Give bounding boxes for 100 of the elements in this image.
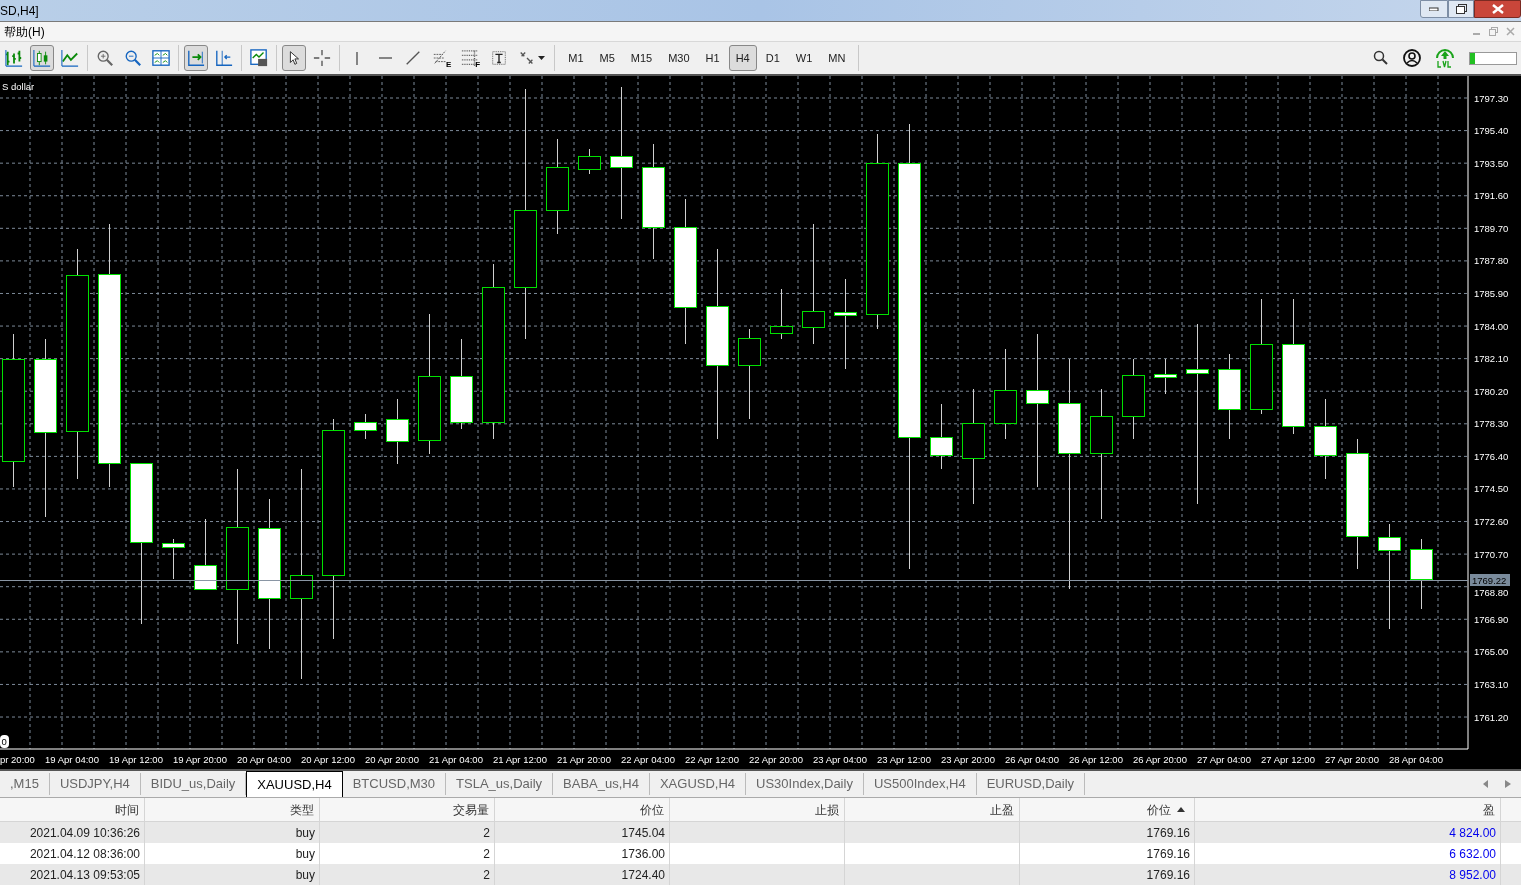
table-cell-text: 8 952.00 <box>1449 866 1496 884</box>
column-header-label: 交易量 <box>453 801 489 819</box>
close-icon <box>1491 4 1504 14</box>
timeframe-button[interactable]: H1 <box>698 45 727 71</box>
timeframe-button[interactable]: H4 <box>728 45 757 71</box>
table-cell-text: 1745.04 <box>621 824 665 842</box>
chart-tab[interactable]: XAGUSD,H4 <box>649 773 747 795</box>
menu-item[interactable]: 帮助(H) <box>0 22 49 41</box>
text-tool-icon <box>490 49 509 67</box>
chart-tab[interactable]: US30Index,Daily <box>746 773 864 795</box>
time-tick-label: 28 Apr 04:00 <box>1389 754 1443 765</box>
column-header[interactable]: 价位 <box>495 798 670 821</box>
fibonacci-button[interactable]: E <box>429 45 455 71</box>
time-tick-label: 20 Apr 20:00 <box>365 754 419 765</box>
candlestick <box>770 288 793 340</box>
price-tick-label: 1785.90 <box>1474 288 1509 299</box>
chart-tab[interactable]: TSLA_us,Daily <box>446 773 554 795</box>
column-header[interactable]: 时间 <box>0 798 145 821</box>
level-up-icon[interactable] <box>1435 48 1455 68</box>
time-tick-label: 26 Apr 12:00 <box>1069 754 1123 765</box>
column-header[interactable]: 类型 <box>145 798 320 821</box>
price-tick-label: 1791.60 <box>1474 190 1509 202</box>
table-cell-text: 2021.04.13 09:53:05 <box>29 866 140 884</box>
auto-scroll-icon <box>187 49 205 67</box>
fibonacci-grid-icon <box>461 49 480 67</box>
table-cell-text: 1769.16 <box>1146 845 1190 863</box>
price-tick-label: 1787.80 <box>1474 255 1509 267</box>
candlestick-button[interactable] <box>30 45 54 71</box>
column-header[interactable]: 盈 <box>1195 798 1501 821</box>
close-button[interactable] <box>1474 0 1521 18</box>
table-cell-text: 2 <box>483 866 490 884</box>
search-icon[interactable] <box>1373 50 1389 66</box>
time-tick-label: 21 Apr 20:00 <box>557 754 611 765</box>
column-header[interactable]: 价位 <box>1020 798 1195 821</box>
price-tick-label: 1778.30 <box>1474 418 1509 430</box>
tile-windows-icon <box>152 49 170 67</box>
auto-scroll-button[interactable] <box>184 45 208 71</box>
scroll-right-icon[interactable] <box>1505 780 1511 788</box>
time-tick-label: 19 Apr 12:00 <box>109 754 163 765</box>
column-header[interactable]: 止盈 <box>845 798 1020 821</box>
maximize-button[interactable] <box>1448 0 1474 18</box>
time-tick-label: 20 Apr 04:00 <box>237 754 291 765</box>
timeframe-button[interactable]: M5 <box>592 45 622 71</box>
chart-tab[interactable]: EURUSD,Daily <box>976 773 1086 795</box>
time-tick-label: 19 Apr 04:00 <box>45 754 99 765</box>
price-tick-label: 1761.20 <box>1474 711 1509 723</box>
timeframe-button[interactable]: D1 <box>758 45 787 71</box>
chart-tab[interactable]: XAUUSD,H4 <box>246 771 343 797</box>
minimize-icon <box>1429 7 1439 11</box>
table-cell-text: 1769.16 <box>1146 824 1190 842</box>
timeframe-button[interactable]: M1 <box>561 45 591 71</box>
symbol-label: S dollar <box>2 81 35 92</box>
table-cell-text: buy <box>295 824 315 842</box>
column-header-label: 时间 <box>115 801 139 819</box>
line-chart-icon <box>61 49 79 67</box>
column-header[interactable]: 交易量 <box>320 798 495 821</box>
time-tick-label: 22 Apr 20:00 <box>749 754 803 765</box>
column-header[interactable]: 止损 <box>670 798 845 821</box>
table-cell-text: buy <box>295 845 315 863</box>
time-tick-label: 27 Apr 04:00 <box>1197 754 1251 765</box>
time-tick-label: 22 Apr 04:00 <box>621 754 675 765</box>
table-cell-text: buy <box>295 866 315 884</box>
time-tick-label: 23 Apr 04:00 <box>813 754 867 765</box>
window-title: SD,H4] <box>0 2 39 20</box>
chart-tab[interactable]: USDJPY,H4 <box>49 773 141 795</box>
chart-tab[interactable]: BTCUSD,M30 <box>342 773 447 795</box>
cursor-button[interactable] <box>282 45 306 71</box>
zoom-out-icon <box>124 49 142 67</box>
chart-tab[interactable]: BABA_us,H4 <box>553 773 650 795</box>
user-icon[interactable] <box>1403 49 1421 67</box>
price-tick-label: 1795.40 <box>1474 125 1509 137</box>
timeframe-button[interactable]: M30 <box>661 45 697 71</box>
time-tick-label: 22 Apr 12:00 <box>685 754 739 765</box>
fibonacci-grid-button[interactable]: F <box>458 45 484 71</box>
chart-tab[interactable]: US500Index,H4 <box>863 773 977 795</box>
table-cell-text: 2 <box>483 824 490 842</box>
time-tick-label: 20 Apr 12:00 <box>301 754 355 765</box>
column-header-label: 类型 <box>290 801 314 819</box>
candlestick <box>386 398 409 465</box>
bar-chart-icon <box>5 49 23 67</box>
scroll-left-icon[interactable] <box>1483 780 1489 788</box>
crosshair-icon <box>313 49 331 67</box>
candlestick <box>578 148 601 175</box>
time-tick-label: 21 Apr 04:00 <box>429 754 483 765</box>
candlestick-icon <box>33 49 51 67</box>
trend-line-icon <box>404 49 422 67</box>
time-tick-label: 27 Apr 12:00 <box>1261 754 1315 765</box>
maximize-icon <box>1455 4 1467 14</box>
price-tick-label: 1765.00 <box>1474 646 1509 658</box>
table-cell-text: 1736.00 <box>621 845 665 863</box>
timeframe-button[interactable]: M15 <box>623 45 660 71</box>
current-price-label: 1769.22 <box>1470 574 1510 586</box>
time-tick-label: 23 Apr 12:00 <box>877 754 931 765</box>
corner-badge: 0 <box>0 735 9 748</box>
candlestick <box>1154 358 1177 395</box>
time-tick-label: 26 Apr 04:00 <box>1005 754 1059 765</box>
timeframe-button[interactable]: MN <box>821 45 853 71</box>
chart-tab[interactable]: ,M15 <box>0 773 50 795</box>
timeframe-button[interactable]: W1 <box>788 45 820 71</box>
candlestick <box>1410 538 1433 610</box>
